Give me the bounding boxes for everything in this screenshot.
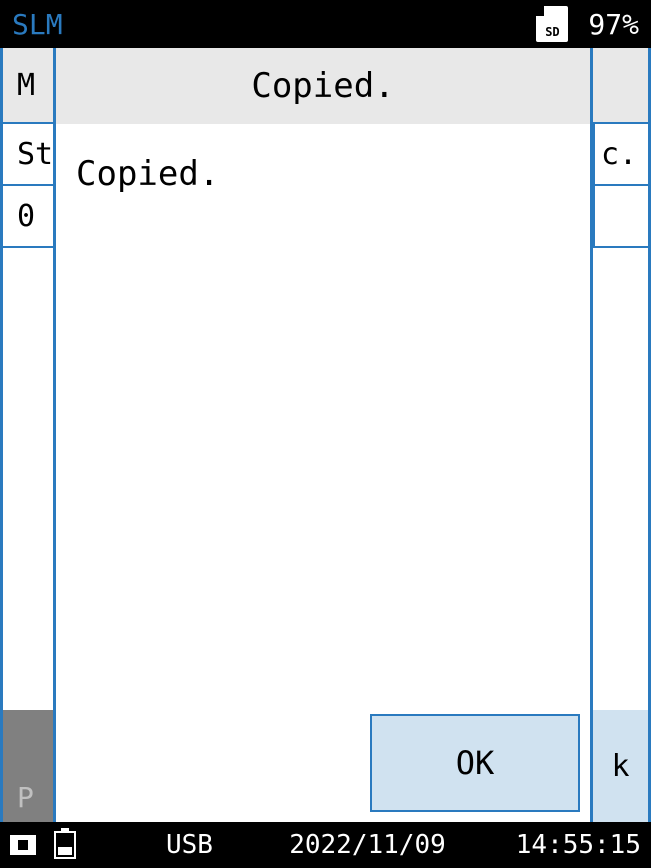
status-time: 14:55:15 bbox=[516, 830, 641, 860]
dialog-title: Copied. bbox=[56, 48, 590, 124]
app-title: SLM bbox=[12, 8, 63, 41]
bg-cell-empty bbox=[593, 186, 648, 246]
status-bar: USB 2022/11/09 14:55:15 bbox=[0, 822, 651, 868]
battery-percent: 97% bbox=[588, 8, 639, 41]
status-icons bbox=[10, 831, 76, 859]
power-plug-icon bbox=[10, 832, 50, 858]
status-usb: USB bbox=[166, 830, 213, 860]
dialog-message: Copied. bbox=[56, 124, 590, 224]
main-area: M St c. 0 P k Copied. Copied. OK bbox=[0, 48, 651, 822]
battery-icon bbox=[54, 831, 76, 859]
bg-cell-st: St bbox=[3, 124, 53, 184]
top-right-icons: SD 97% bbox=[536, 6, 639, 42]
bg-cell-c: c. bbox=[593, 124, 648, 184]
bg-cell-m: M bbox=[3, 48, 53, 122]
sd-label: SD bbox=[545, 25, 559, 39]
top-bar: SLM SD 97% bbox=[0, 0, 651, 48]
copied-dialog: Copied. Copied. OK bbox=[53, 48, 593, 822]
sd-card-icon: SD bbox=[536, 6, 568, 42]
ok-button[interactable]: OK bbox=[370, 714, 580, 812]
status-date: 2022/11/09 bbox=[289, 830, 446, 860]
bottom-right-k[interactable]: k bbox=[593, 710, 648, 822]
bg-cell-0: 0 bbox=[3, 186, 53, 246]
